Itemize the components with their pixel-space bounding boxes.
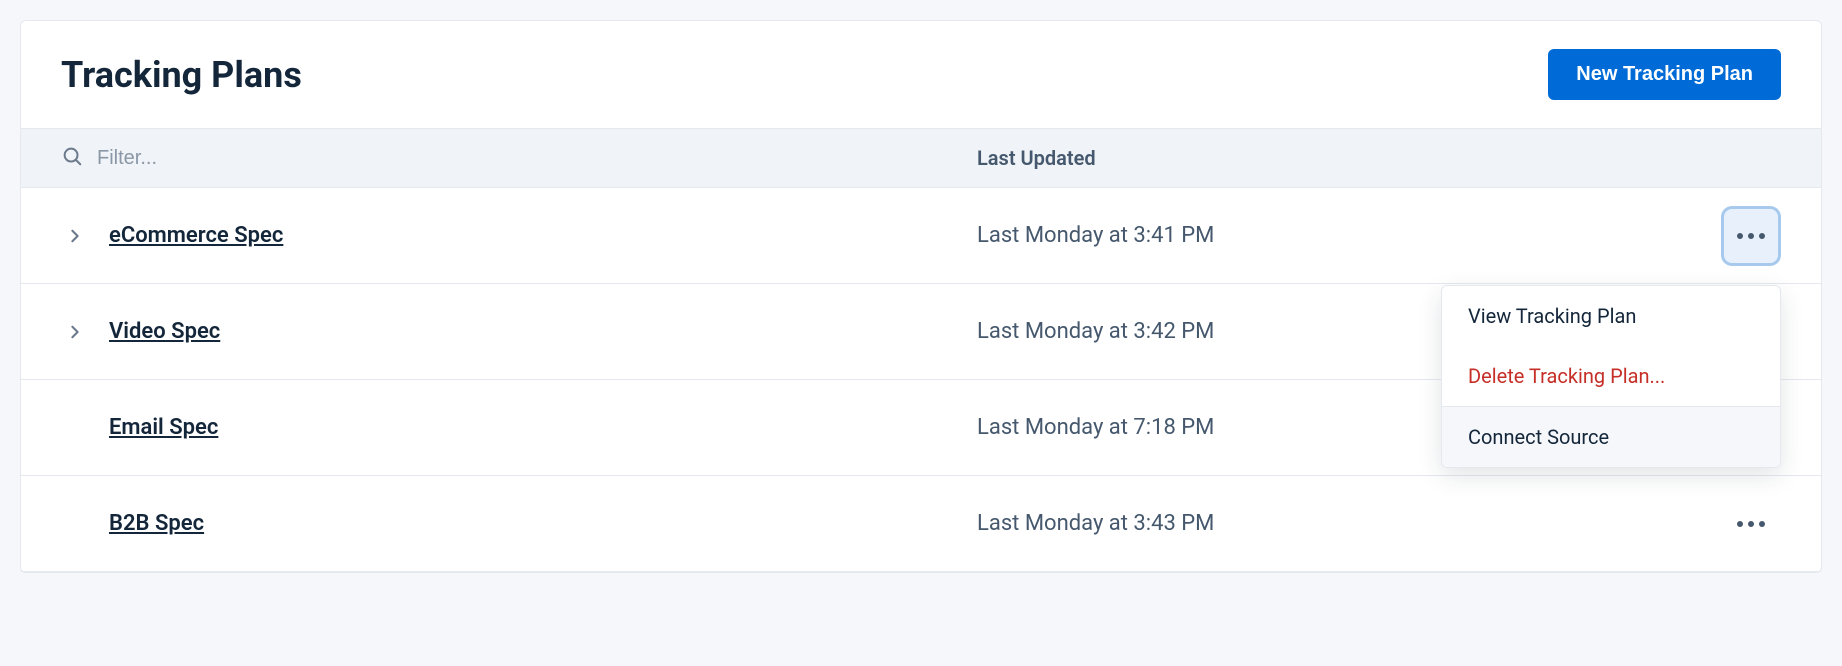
cell-name: Video Spec	[21, 319, 957, 344]
page-title: Tracking Plans	[61, 54, 302, 96]
cell-actions	[1721, 497, 1821, 551]
more-actions-button[interactable]	[1724, 209, 1778, 263]
search-icon	[61, 145, 83, 171]
filter-input[interactable]	[97, 147, 937, 170]
tracking-plans-card: Tracking Plans New Tracking Plan Last Up…	[20, 20, 1822, 573]
cell-updated: Last Monday at 3:43 PM	[957, 511, 1721, 536]
actions-dropdown: View Tracking Plan Delete Tracking Plan.…	[1441, 285, 1781, 468]
table-row: B2B Spec Last Monday at 3:43 PM	[21, 476, 1821, 572]
filter-cell	[21, 129, 957, 187]
cell-name: eCommerce Spec	[21, 223, 957, 248]
plan-link[interactable]: eCommerce Spec	[109, 223, 283, 248]
cell-name: Email Spec	[21, 415, 957, 440]
new-tracking-plan-button[interactable]: New Tracking Plan	[1548, 49, 1781, 100]
table-row: eCommerce Spec Last Monday at 3:41 PM	[21, 188, 1821, 284]
menu-item-view[interactable]: View Tracking Plan	[1442, 286, 1780, 346]
filter-bar: Last Updated	[21, 128, 1821, 188]
menu-item-connect-source[interactable]: Connect Source	[1442, 407, 1780, 467]
cell-actions	[1721, 209, 1821, 263]
plan-link[interactable]: Video Spec	[109, 319, 220, 344]
cell-name: B2B Spec	[21, 511, 957, 536]
menu-item-delete[interactable]: Delete Tracking Plan...	[1442, 346, 1780, 406]
more-actions-button[interactable]	[1724, 497, 1778, 551]
card-header: Tracking Plans New Tracking Plan	[21, 21, 1821, 128]
cell-updated: Last Monday at 3:41 PM	[957, 223, 1721, 248]
plan-link[interactable]: Email Spec	[109, 415, 218, 440]
more-icon	[1737, 521, 1765, 527]
column-header-last-updated: Last Updated	[957, 130, 1116, 186]
chevron-right-icon[interactable]	[61, 229, 89, 243]
chevron-right-icon[interactable]	[61, 325, 89, 339]
plan-link[interactable]: B2B Spec	[109, 511, 204, 536]
more-icon	[1737, 233, 1765, 239]
